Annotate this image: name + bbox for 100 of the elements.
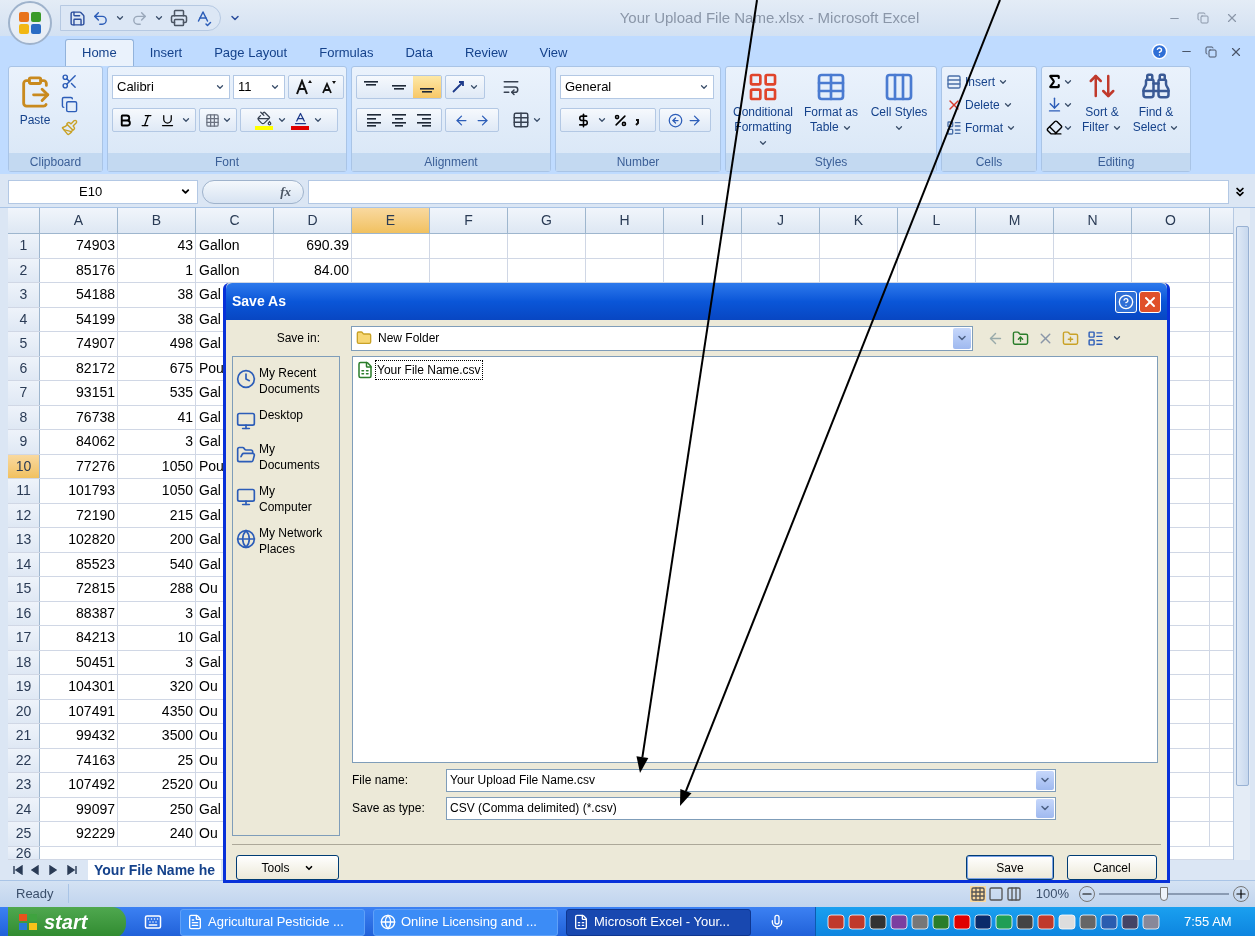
row-header[interactable]: 25	[8, 822, 40, 846]
column-header[interactable]: L	[898, 208, 976, 234]
row-header[interactable]: 5	[8, 332, 40, 356]
column-header[interactable]: J	[742, 208, 820, 234]
vertical-scrollbar[interactable]	[1233, 208, 1250, 860]
row-header[interactable]: 8	[8, 405, 40, 429]
zoom-slider-thumb[interactable]	[1160, 886, 1168, 901]
font-color-icon[interactable]	[292, 110, 308, 126]
row-header[interactable]: 15	[8, 577, 40, 601]
row-header[interactable]: 11	[8, 479, 40, 503]
tools-button[interactable]: Tools	[236, 855, 339, 880]
page-layout-icon[interactable]	[987, 885, 1004, 902]
sheet-nav-arrows-icon[interactable]	[12, 864, 78, 875]
cells-button[interactable]: Delete	[946, 96, 1016, 114]
row-header[interactable]: 23	[8, 773, 40, 797]
merge-cells-icon[interactable]	[512, 111, 530, 129]
column-header[interactable]: E	[352, 208, 430, 234]
restore-icon[interactable]	[1205, 45, 1217, 58]
place-item[interactable]: My Documents	[236, 441, 336, 473]
row-header[interactable]: 9	[8, 430, 40, 454]
place-item[interactable]: My Network Places	[236, 525, 336, 557]
column-header[interactable]: K	[820, 208, 898, 234]
column-header[interactable]: C	[196, 208, 274, 234]
row-header[interactable]: 17	[8, 626, 40, 650]
dollar-icon[interactable]	[576, 112, 591, 128]
paste-button[interactable]: Paste	[13, 71, 57, 136]
row-header[interactable]: 20	[8, 699, 40, 723]
row-header[interactable]: 14	[8, 552, 40, 576]
keyboard-icon[interactable]	[144, 913, 162, 931]
increase-decimal-icon[interactable]	[668, 112, 683, 128]
vertical-align-button[interactable]	[413, 76, 441, 98]
dropdown-button[interactable]	[1036, 798, 1054, 818]
scroll-thumb[interactable]	[1235, 226, 1249, 786]
start-button[interactable]: start	[8, 906, 126, 936]
orientation-button[interactable]	[445, 75, 485, 99]
row-header[interactable]: 24	[8, 797, 40, 821]
cancel-button[interactable]: Cancel	[1067, 855, 1157, 880]
row-header[interactable]: 1	[8, 234, 40, 258]
decrease-indent-icon[interactable]	[454, 112, 469, 128]
save-type-field[interactable]: CSV (Comma delimited) (*.csv)	[446, 796, 1056, 820]
page-break-icon[interactable]	[1005, 885, 1022, 902]
file-name-field[interactable]: Your Upload File Name.csv	[446, 768, 1056, 792]
row-header[interactable]: 10	[8, 454, 40, 478]
ribbon-tab[interactable]: View	[523, 39, 584, 66]
close-button[interactable]	[1139, 290, 1161, 313]
eraser-icon[interactable]	[1046, 119, 1063, 136]
place-item[interactable]: Desktop	[236, 407, 336, 431]
views-icon[interactable]	[1087, 329, 1104, 347]
row-header[interactable]: 13	[8, 528, 40, 552]
dropdown-button[interactable]	[953, 327, 971, 349]
shrink-font-icon[interactable]	[321, 80, 337, 94]
undo-icon[interactable]	[92, 9, 109, 27]
row-header[interactable]: 21	[8, 724, 40, 748]
ribbon-tab[interactable]: Review	[448, 39, 524, 66]
row-header[interactable]: 6	[8, 356, 40, 380]
printer-icon[interactable]	[170, 9, 188, 27]
column-header[interactable]: F	[430, 208, 508, 234]
ribbon-tab[interactable]: Formulas	[303, 39, 390, 66]
orientation-icon[interactable]	[451, 80, 467, 94]
save-in-field[interactable]: New Folder	[351, 325, 973, 351]
help-icon[interactable]	[1151, 43, 1168, 60]
normal-view-icon[interactable]	[969, 885, 986, 902]
editing-button[interactable]: Find & Select	[1131, 71, 1181, 136]
cells-button[interactable]: Format	[946, 119, 1016, 137]
sheet-tab[interactable]: Your File Name he	[88, 859, 222, 880]
percent-icon[interactable]	[613, 112, 628, 128]
row-header[interactable]: 4	[8, 307, 40, 331]
row-header[interactable]: 19	[8, 675, 40, 699]
fill-down-icon[interactable]	[1046, 96, 1063, 113]
decrease-decimal-icon[interactable]	[687, 112, 702, 128]
increase-indent-icon[interactable]	[475, 112, 490, 128]
row-header[interactable]: 3	[8, 283, 40, 307]
column-header[interactable]: B	[118, 208, 196, 234]
place-item[interactable]: My Computer	[236, 483, 336, 515]
grow-font-icon[interactable]	[295, 79, 313, 95]
row-header[interactable]: 16	[8, 601, 40, 625]
borders-button[interactable]	[199, 108, 237, 132]
taskbar-button[interactable]: Microsoft Excel - Your...	[566, 908, 751, 936]
row-header[interactable]: 2	[8, 258, 40, 282]
row-header[interactable]: 12	[8, 503, 40, 527]
number-format-field[interactable]: General	[560, 75, 714, 99]
font-family-field[interactable]: Calibri	[112, 75, 230, 99]
column-header[interactable]: N	[1054, 208, 1132, 234]
row-header[interactable]: 7	[8, 381, 40, 405]
column-header[interactable]: I	[664, 208, 742, 234]
column-header[interactable]: A	[40, 208, 118, 234]
scissors-icon[interactable]	[61, 73, 78, 90]
column-header[interactable]: M	[976, 208, 1054, 234]
wrap-text-icon[interactable]	[502, 78, 520, 96]
name-box[interactable]: E10	[8, 179, 198, 204]
dropdown-button[interactable]	[1036, 770, 1054, 790]
folder-up-icon[interactable]	[1012, 329, 1029, 347]
column-header[interactable]: G	[508, 208, 586, 234]
row-header[interactable]: 22	[8, 748, 40, 772]
font-size-field[interactable]: 11	[233, 75, 285, 99]
ribbon-tab[interactable]: Data	[389, 39, 449, 66]
save-button[interactable]: Save	[966, 855, 1054, 880]
microphone-icon[interactable]	[769, 914, 785, 930]
function-button[interactable]: fx	[202, 179, 304, 204]
ribbon-tab[interactable]: Home	[65, 39, 134, 66]
